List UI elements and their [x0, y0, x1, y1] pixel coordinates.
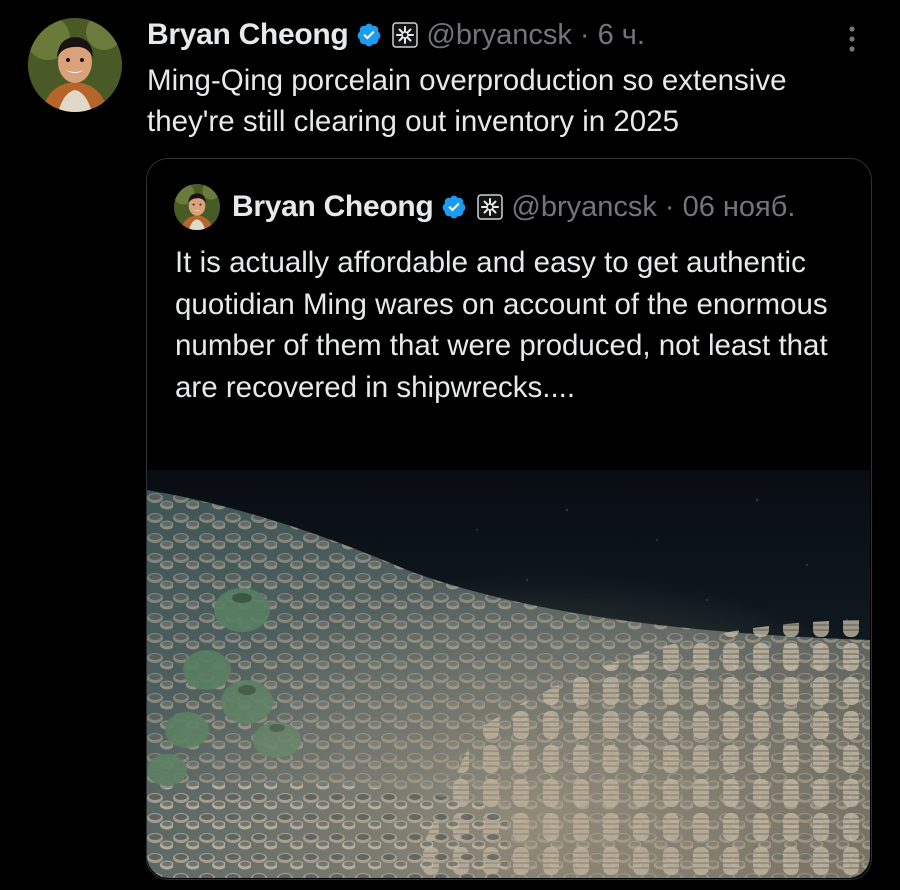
- avatar-photo: [174, 184, 220, 230]
- tweet-text: Ming-Qing porcelain overproduction so ex…: [147, 64, 787, 138]
- affiliate-badge-icon[interactable]: [477, 194, 504, 220]
- shipwreck-porcelain-photo[interactable]: [147, 470, 870, 878]
- quoted-author-handle[interactable]: @bryancsk: [511, 191, 656, 224]
- more-options-icon[interactable]: [842, 22, 862, 56]
- tweet-timestamp[interactable]: 6 ч.: [598, 19, 645, 52]
- affiliate-badge-icon[interactable]: [392, 22, 419, 48]
- avatar-photo: [28, 18, 122, 112]
- author-handle[interactable]: @bryancsk: [426, 19, 571, 52]
- tweet-header: Bryan Cheong @bryancsk · 6 ч.: [147, 14, 645, 56]
- quoted-author-avatar[interactable]: [174, 184, 220, 230]
- quoted-tweet-timestamp[interactable]: 06 нояб.: [683, 191, 796, 224]
- tweet[interactable]: Bryan Cheong @bryancsk · 6 ч. Ming-Qing …: [0, 0, 900, 890]
- quoted-author-name[interactable]: Bryan Cheong: [232, 190, 434, 224]
- separator-dot: ·: [664, 190, 675, 223]
- quoted-tweet-header: Bryan Cheong @bryancsk · 06 нояб.: [232, 186, 795, 228]
- separator-dot: ·: [579, 18, 590, 51]
- verified-badge-icon[interactable]: [441, 194, 467, 220]
- quoted-tweet-text: It is actually affordable and easy to ge…: [175, 246, 828, 404]
- verified-badge-icon[interactable]: [356, 22, 382, 48]
- author-name[interactable]: Bryan Cheong: [147, 18, 349, 52]
- author-avatar[interactable]: [28, 18, 122, 112]
